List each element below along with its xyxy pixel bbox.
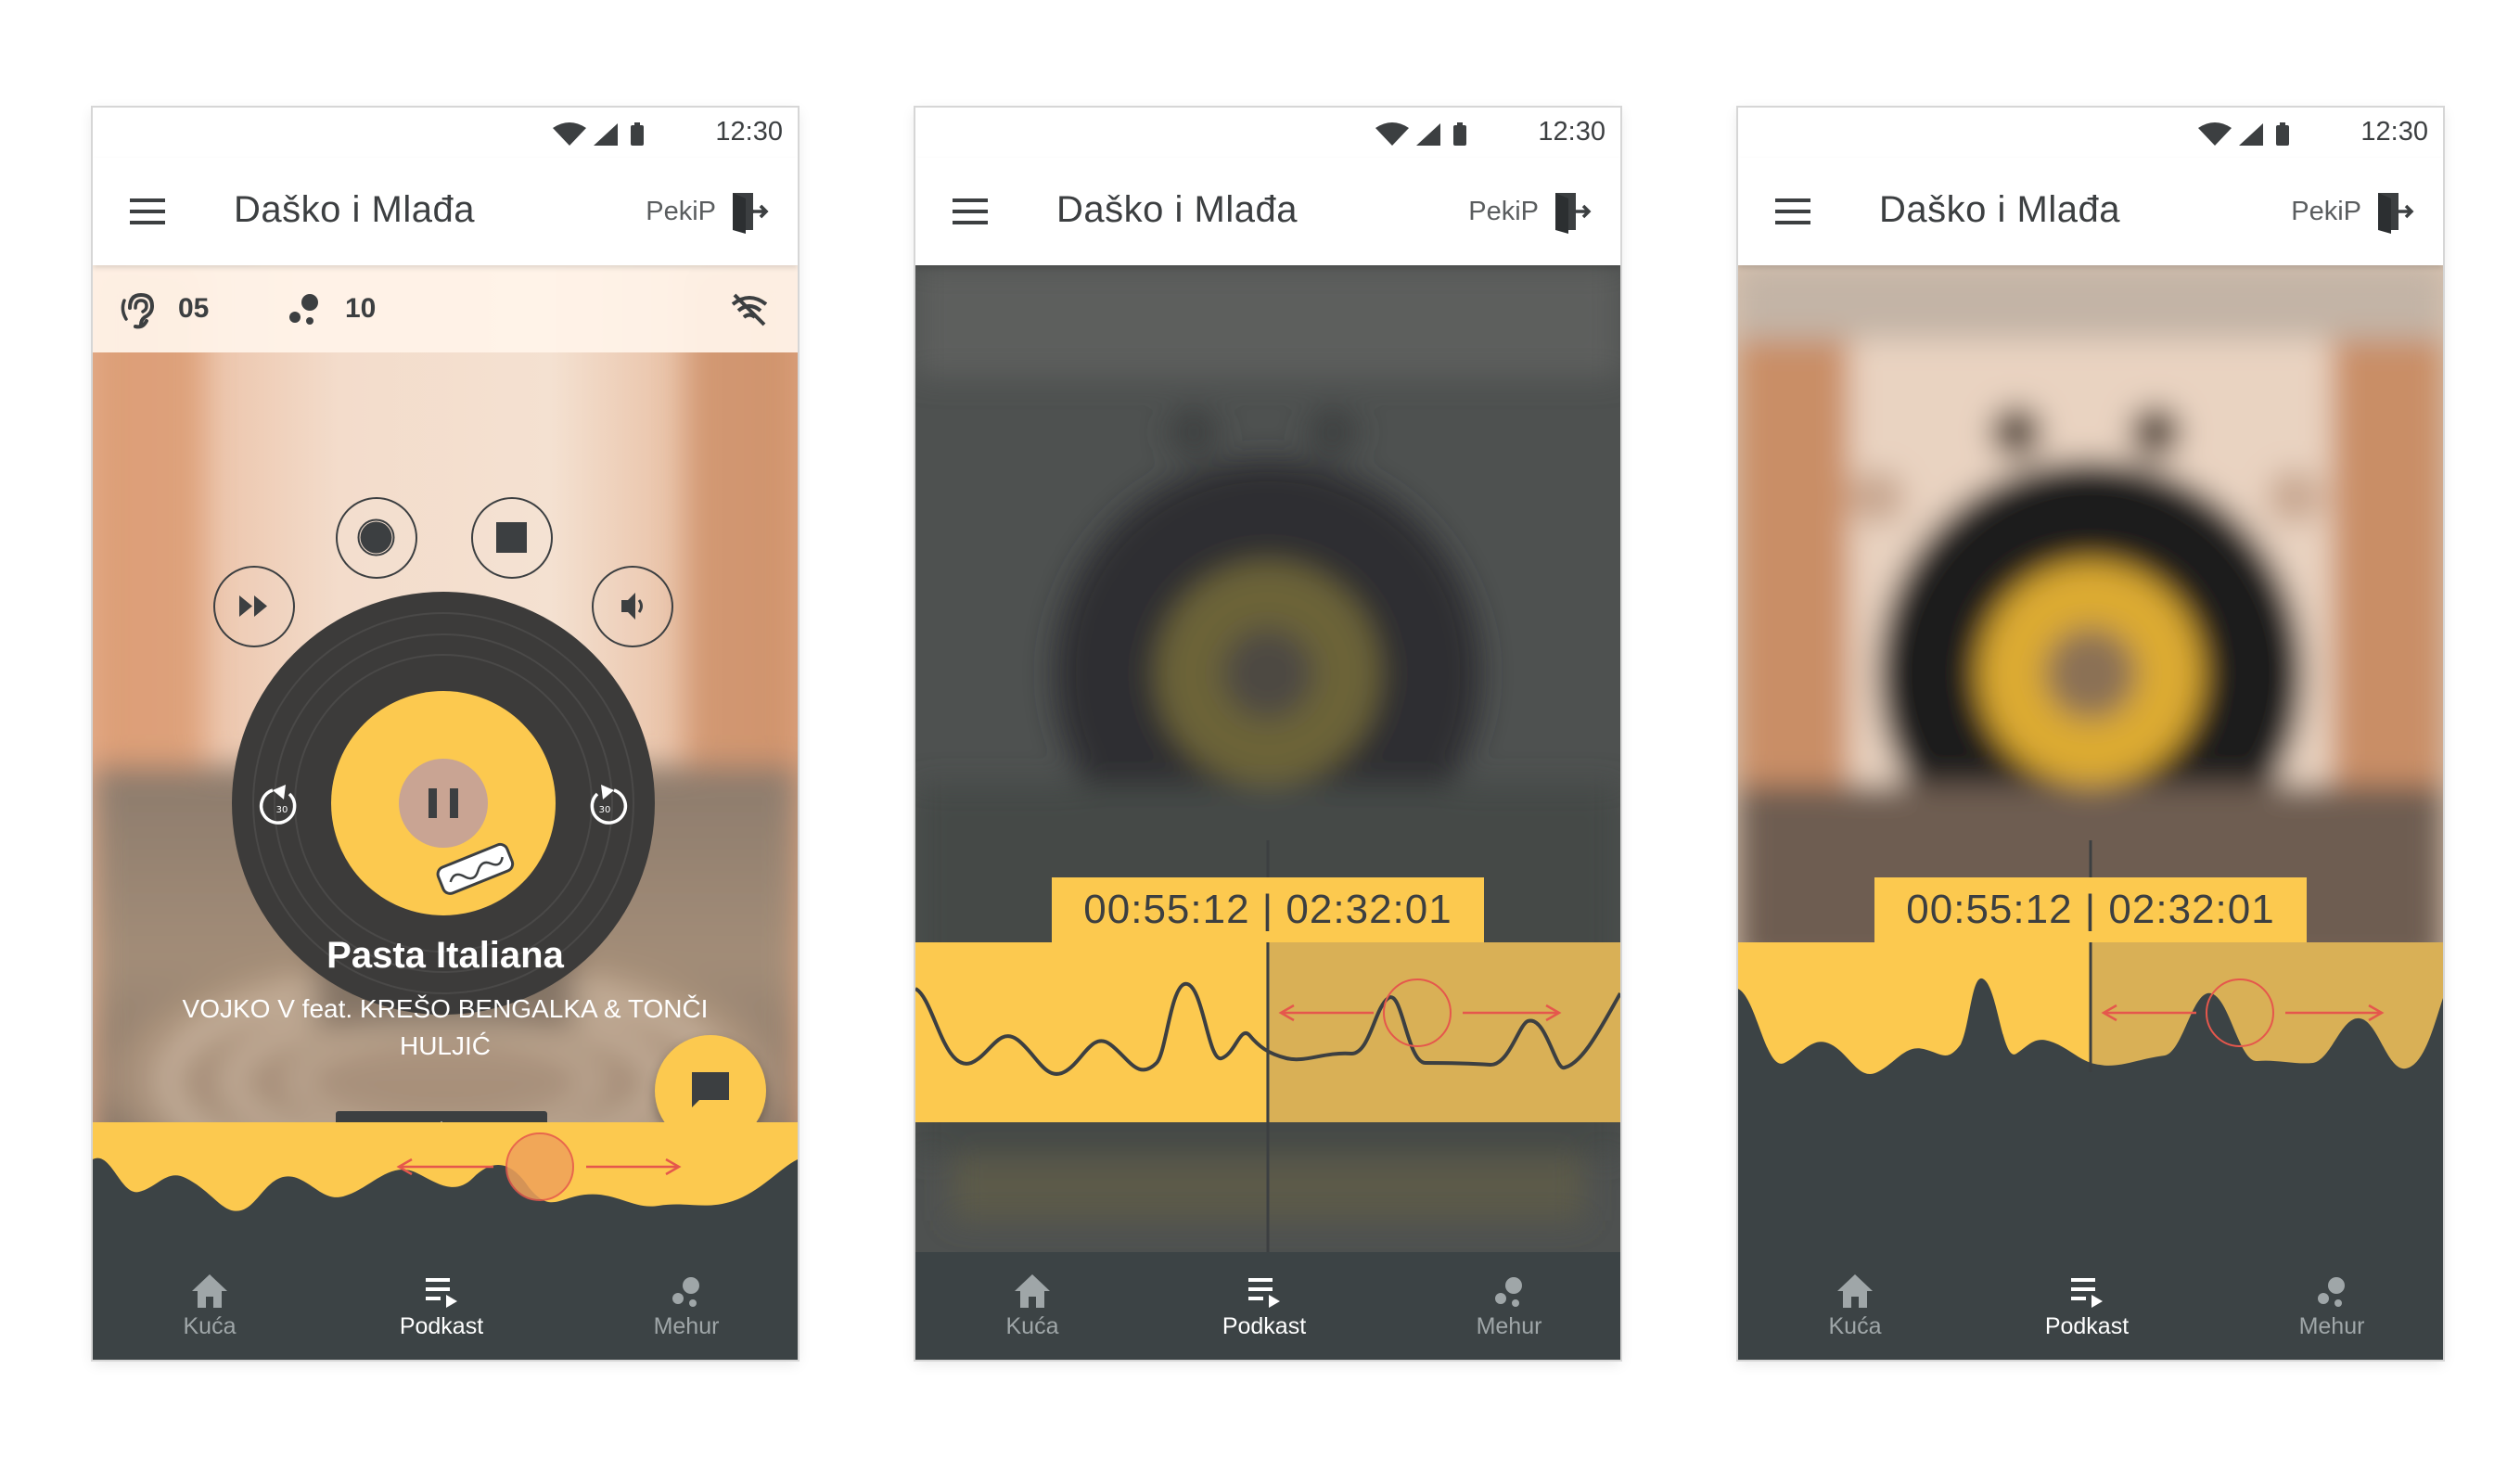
pause-button[interactable] [399,759,488,848]
nav-bubble[interactable]: Mehur [1416,1252,1602,1360]
wifi-off-icon[interactable] [729,289,770,330]
signal-icon [594,123,618,146]
nav-bubble-label: Mehur [1476,1313,1542,1339]
menu-icon[interactable] [128,195,167,228]
blurred-player [1738,265,2443,1252]
battery-icon [1453,125,1466,146]
record-icon [357,518,395,556]
stats-bar: 05 10 [93,265,798,352]
user-name[interactable]: PekiP [2291,197,2361,227]
nav-home[interactable]: Kuća [940,1252,1125,1360]
waveform-scrubber[interactable] [93,1122,798,1252]
signal-icon [2239,123,2263,146]
playlist-icon [1248,1278,1280,1308]
status-bar: 12:30 [93,108,798,158]
playlist-icon [2071,1278,2103,1308]
status-clock: 12:30 [2360,117,2428,147]
player-content: 05 10 30 30 Pasta Italiana VOJKO V feat.… [93,265,798,1252]
exit-icon[interactable] [729,189,770,234]
bottom-nav: Kuća Podkast Mehur [915,1252,1620,1360]
nav-home[interactable]: Kuća [117,1252,302,1360]
home-icon [1837,1274,1873,1308]
bubbles-count: 10 [345,293,377,324]
status-bar: 12:30 [915,108,1620,158]
playlist-icon [426,1278,457,1308]
status-clock: 12:30 [715,117,783,147]
app-bar: Daško i Mlađa PekiP [915,158,1620,265]
stop-icon [496,522,527,553]
track-artist: VOJKO V feat. KREŠO BENGALKA & TONČI HUL… [182,994,709,1060]
pause-icon [429,788,437,818]
nav-home-label: Kuća [183,1313,237,1339]
wifi-icon [1375,122,1409,146]
track-title: Pasta Italiana [326,935,564,976]
nav-podcast[interactable]: Podkast [1994,1252,2180,1360]
exit-icon[interactable] [1552,189,1593,234]
svg-text:30: 30 [276,805,288,815]
chat-icon [692,1072,729,1107]
record-button[interactable] [336,497,417,579]
scrub-time-banner: 00:55:12 | 02:32:01 [1052,877,1484,942]
app-title: Daško i Mlađa [1879,189,2120,230]
nav-bubble-label: Mehur [653,1313,720,1339]
stop-button[interactable] [471,497,553,579]
bottom-nav: Kuća Podkast Mehur [93,1252,798,1360]
wifi-icon [553,122,586,146]
scrub-dark-screen: 12:30 Daško i Mlađa PekiP 00:55:12 | 02:… [915,108,1620,1360]
blurred-player [915,265,1620,1252]
nav-podcast-label: Podkast [2044,1313,2130,1339]
battery-icon [2276,125,2289,146]
nav-podcast[interactable]: Podkast [1171,1252,1357,1360]
user-name[interactable]: PekiP [1468,197,1539,227]
app-bar: Daško i Mlađa PekiP [1738,158,2443,265]
listeners-count: 05 [178,293,210,324]
home-icon [192,1274,227,1308]
scrub-warm-screen: 12:30 Daško i Mlađa PekiP 00:55:12 | 02:… [1738,108,2443,1360]
nav-bubble[interactable]: Mehur [2239,1252,2424,1360]
player-screen: 12:30 Daško i Mlađa PekiP 05 10 30 30 Pa… [93,108,798,1360]
nav-podcast[interactable]: Podkast [349,1252,534,1360]
nav-bubble[interactable]: Mehur [594,1252,779,1360]
user-name[interactable]: PekiP [646,197,716,227]
app-title: Daško i Mlađa [1056,189,1298,230]
menu-icon[interactable] [951,195,990,228]
nav-bubble-label: Mehur [2298,1313,2365,1339]
bubble-icon [2318,1277,2345,1307]
wifi-icon [2198,122,2232,146]
battery-icon [631,125,644,146]
app-title: Daško i Mlađa [234,189,475,230]
bubble-icon [1495,1277,1522,1307]
scrub-content: 00:55:12 | 02:32:01 [1738,265,2443,1252]
menu-icon[interactable] [1773,195,1812,228]
status-clock: 12:30 [1538,117,1605,147]
scrub-content: 00:55:12 | 02:32:01 [915,265,1620,1252]
nav-home-label: Kuća [1828,1313,1882,1339]
ear-icon [121,292,155,329]
home-icon [1015,1274,1050,1308]
nav-podcast-label: Podkast [1222,1313,1307,1339]
bottom-nav: Kuća Podkast Mehur [1738,1252,2443,1360]
exit-icon[interactable] [2374,189,2415,234]
nav-podcast-label: Podkast [399,1313,484,1339]
nav-home-label: Kuća [1005,1313,1059,1339]
bubbles-icon [289,294,318,325]
app-bar: Daško i Mlađa PekiP [93,158,798,265]
bubble-icon [672,1277,699,1307]
signal-icon [1416,123,1440,146]
scrub-time-banner: 00:55:12 | 02:32:01 [1874,877,2307,942]
status-bar: 12:30 [1738,108,2443,158]
nav-home[interactable]: Kuća [1762,1252,1948,1360]
svg-text:30: 30 [599,805,611,815]
